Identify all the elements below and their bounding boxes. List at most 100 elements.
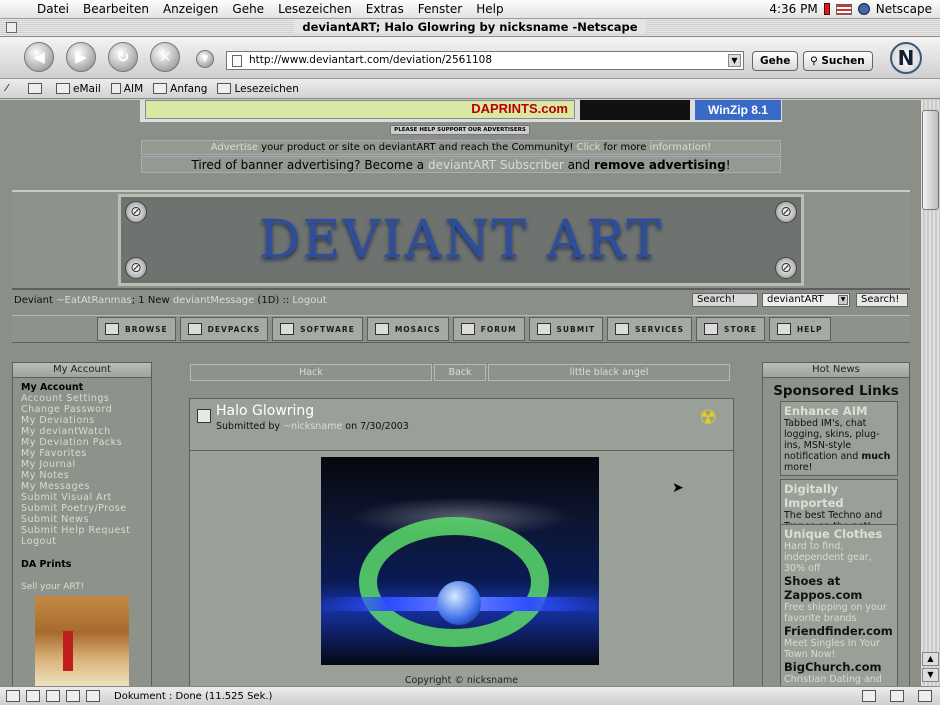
window-titlebar[interactable]: deviantART; Halo Glowring by nicksname -…	[0, 19, 940, 37]
nav-services[interactable]: SERVICES	[607, 317, 693, 341]
subscriber-link[interactable]: deviantART Subscriber	[428, 158, 564, 172]
account-link[interactable]: My deviantWatch	[21, 426, 143, 437]
toolbar-menu-button[interactable]	[28, 83, 42, 94]
click-link[interactable]: Click	[577, 142, 601, 153]
account-link[interactable]: Logout	[21, 536, 143, 547]
toolbar-grippy-icon[interactable]: ⁄	[6, 83, 14, 94]
url-field[interactable]: http://www.deviantart.com/deviation/2561…	[226, 51, 744, 70]
remove-advertising-link[interactable]: remove advertising	[594, 158, 726, 172]
account-link[interactable]: My Journal	[21, 459, 143, 470]
support-advertisers-button[interactable]: PLEASE HELP SUPPORT OUR ADVERTISERS	[390, 125, 530, 135]
envelope-icon	[56, 83, 70, 94]
information-link[interactable]: information!	[650, 142, 712, 153]
deviation-image[interactable]	[321, 457, 599, 665]
search-button[interactable]: ⚲ Suchen	[803, 51, 873, 71]
artist-link[interactable]: ~nicksname	[283, 421, 342, 432]
app-menu-label[interactable]: Netscape	[876, 2, 932, 16]
sponsor-title[interactable]: Friendfinder.com	[784, 624, 894, 638]
dark-banner[interactable]	[580, 100, 690, 120]
stop-button[interactable]: ✕	[150, 42, 180, 72]
account-link[interactable]: Change Password	[21, 404, 143, 415]
forward-button[interactable]: ▶	[66, 42, 96, 72]
print-thumbnail[interactable]	[35, 596, 129, 686]
deviantmessage-link[interactable]: deviantMessage	[173, 295, 254, 306]
hack-link[interactable]: Hack	[190, 364, 432, 381]
security-icon[interactable]	[890, 690, 904, 702]
search-scope-select[interactable]: deviantART ▼	[762, 293, 850, 307]
winzip-banner[interactable]: WinZip 8.1	[695, 100, 781, 120]
nav-mosaics[interactable]: MOSAICS	[366, 317, 449, 341]
composer-icon[interactable]	[86, 690, 100, 702]
menu-extras[interactable]: Extras	[359, 2, 411, 16]
account-link[interactable]: Submit Visual Art	[21, 492, 143, 503]
sponsor-title[interactable]: Unique Clothes	[784, 527, 894, 541]
my-account-link[interactable]: My Account	[21, 382, 143, 393]
sponsor-box-list[interactable]: Unique Clothes Hard to find, independent…	[780, 524, 898, 686]
url-dropdown-icon[interactable]: ▼	[728, 54, 741, 67]
sponsor-title[interactable]: Enhance AIM	[784, 404, 894, 418]
sponsor-title[interactable]: Shoes at Zappos.com	[784, 574, 894, 602]
sell-art-link[interactable]: Sell your ART!	[13, 572, 151, 596]
deviation-title: Halo Glowring	[216, 403, 315, 419]
menu-help[interactable]: Help	[469, 2, 510, 16]
reload-button[interactable]: ↻	[108, 42, 138, 72]
aim-button[interactable]: AIM	[110, 83, 143, 95]
netscape-app-icon[interactable]	[857, 3, 870, 15]
account-link[interactable]: Submit News	[21, 514, 143, 525]
account-link[interactable]: My Deviation Packs	[21, 437, 143, 448]
advertise-link[interactable]: Advertise	[211, 142, 258, 153]
flag-icon[interactable]	[835, 3, 852, 15]
sponsor-box-aim[interactable]: Enhance AIM Tabbed IM's, chat logging, s…	[780, 401, 898, 476]
clock[interactable]: 4:36 PM	[769, 2, 817, 16]
site-search-button[interactable]: Search!	[856, 293, 908, 307]
home-button[interactable]: Anfang	[153, 83, 207, 95]
nav-help[interactable]: HELP	[768, 317, 831, 341]
menu-fenster[interactable]: Fenster	[411, 2, 470, 16]
go-button[interactable]: Gehe	[752, 51, 799, 71]
menu-anzeigen[interactable]: Anzeigen	[156, 2, 225, 16]
daprints-banner[interactable]: DAPRINTS.com	[145, 100, 575, 119]
scroll-thumb[interactable]	[922, 110, 939, 210]
back-link[interactable]: Back	[434, 364, 486, 381]
menu-gehe[interactable]: Gehe	[225, 2, 271, 16]
scroll-down-arrow-icon[interactable]: ▼	[922, 668, 939, 682]
radioactive-icon[interactable]: ☢	[699, 405, 717, 429]
history-dropdown-button[interactable]: ▼	[196, 50, 214, 68]
account-link[interactable]: My Favorites	[21, 448, 143, 459]
menu-datei[interactable]: Datei	[30, 2, 76, 16]
online-icon[interactable]	[862, 690, 876, 702]
logout-link[interactable]: Logout	[292, 295, 326, 306]
nav-forum[interactable]: FORUM	[452, 317, 525, 341]
site-logo[interactable]: DEVIANT ART ⊘ ⊘ ⊘ ⊘	[118, 194, 804, 286]
bookmarks-button[interactable]: Lesezeichen	[217, 83, 299, 95]
people-icon[interactable]	[66, 690, 80, 702]
account-link[interactable]: Account Settings	[21, 393, 143, 404]
lock-icon[interactable]	[918, 690, 932, 702]
menu-lesezeichen[interactable]: Lesezeichen	[271, 2, 359, 16]
next-deviation-link[interactable]: little black angel	[488, 364, 730, 381]
nav-browse[interactable]: BROWSE	[97, 317, 176, 341]
envelope-icon[interactable]	[26, 690, 40, 702]
account-link[interactable]: My Deviations	[21, 415, 143, 426]
scroll-up-arrow-icon[interactable]: ▲	[922, 652, 939, 666]
account-link[interactable]: Submit Help Request	[21, 525, 143, 536]
nav-submit[interactable]: SUBMIT	[528, 317, 604, 341]
account-link[interactable]: My Messages	[21, 481, 143, 492]
nav-devpacks[interactable]: DEVPACKS	[179, 317, 269, 341]
nav-store[interactable]: STORE	[696, 317, 765, 341]
close-box-icon[interactable]	[6, 22, 17, 33]
account-link[interactable]: My Notes	[21, 470, 143, 481]
component-bar-icon[interactable]	[6, 690, 20, 702]
aim-icon[interactable]	[46, 690, 60, 702]
email-button[interactable]: eMail	[56, 83, 101, 95]
vertical-scrollbar[interactable]: ▲ ▼	[920, 100, 940, 686]
sponsor-title[interactable]: Digitally Imported	[784, 482, 894, 510]
nav-software[interactable]: SOFTWARE	[272, 317, 363, 341]
url-text[interactable]: http://www.deviantart.com/deviation/2561…	[249, 54, 492, 66]
back-button[interactable]: ◀	[24, 42, 54, 72]
account-link[interactable]: Submit Poetry/Prose	[21, 503, 143, 514]
netscape-logo[interactable]: N	[890, 42, 922, 74]
menu-bearbeiten[interactable]: Bearbeiten	[76, 2, 156, 16]
sponsor-title[interactable]: BigChurch.com	[784, 660, 894, 674]
username-link[interactable]: ~EatAtRanmas	[56, 295, 132, 306]
